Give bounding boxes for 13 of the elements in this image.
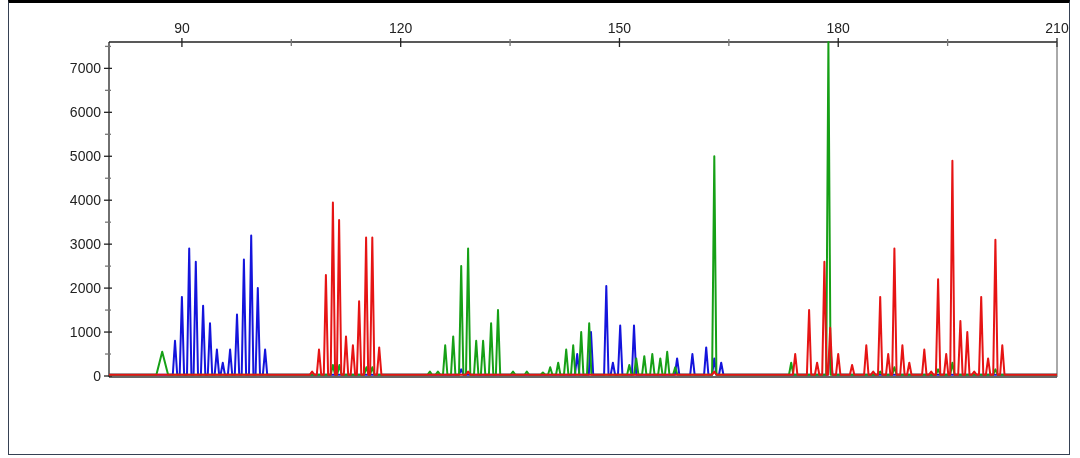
y-tick-label: 4000 [69, 192, 101, 209]
y-tick-label: 7000 [69, 60, 101, 77]
x-tick-label: 90 [174, 20, 190, 36]
y-tick-label: 3000 [69, 236, 101, 253]
x-tick-label: 120 [389, 20, 413, 36]
y-tick-label: 5000 [69, 148, 101, 165]
x-tick-label: 210 [1045, 20, 1069, 36]
y-tick-label: 0 [93, 368, 101, 384]
y-tick-label: 1000 [69, 324, 101, 341]
x-tick-label: 180 [826, 20, 850, 36]
x-tick-label: 150 [607, 20, 632, 36]
y-tick-label: 2000 [69, 280, 101, 297]
y-tick-label: 6000 [69, 104, 101, 121]
